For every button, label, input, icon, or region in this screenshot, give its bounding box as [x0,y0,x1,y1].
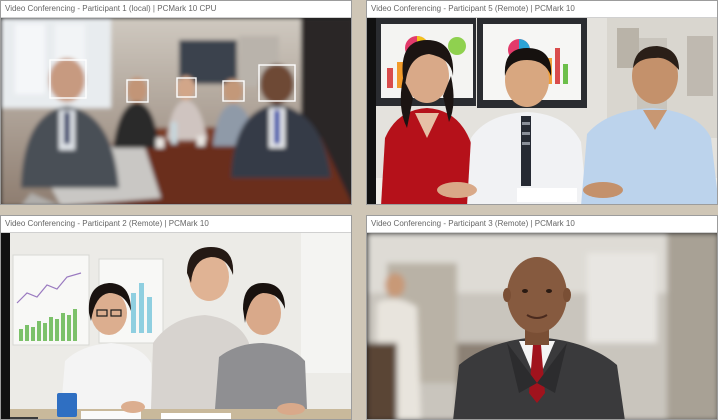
video-feed-participant-1 [1,18,351,204]
video-feed-participant-5 [367,18,717,204]
video-window-participant-1[interactable]: Video Conferencing - Participant 1 (loca… [0,0,352,205]
video-feed-participant-2 [1,233,351,419]
video-window-participant-5[interactable]: Video Conferencing - Participant 5 (Remo… [366,0,718,205]
window-title[interactable]: Video Conferencing - Participant 3 (Remo… [367,216,717,233]
video-feed-participant-3 [367,233,717,419]
window-title[interactable]: Video Conferencing - Participant 2 (Remo… [1,216,351,233]
window-title[interactable]: Video Conferencing - Participant 1 (loca… [1,1,351,18]
video-window-participant-2[interactable]: Video Conferencing - Participant 2 (Remo… [0,215,352,420]
window-title[interactable]: Video Conferencing - Participant 5 (Remo… [367,1,717,18]
video-window-participant-3[interactable]: Video Conferencing - Participant 3 (Remo… [366,215,718,420]
